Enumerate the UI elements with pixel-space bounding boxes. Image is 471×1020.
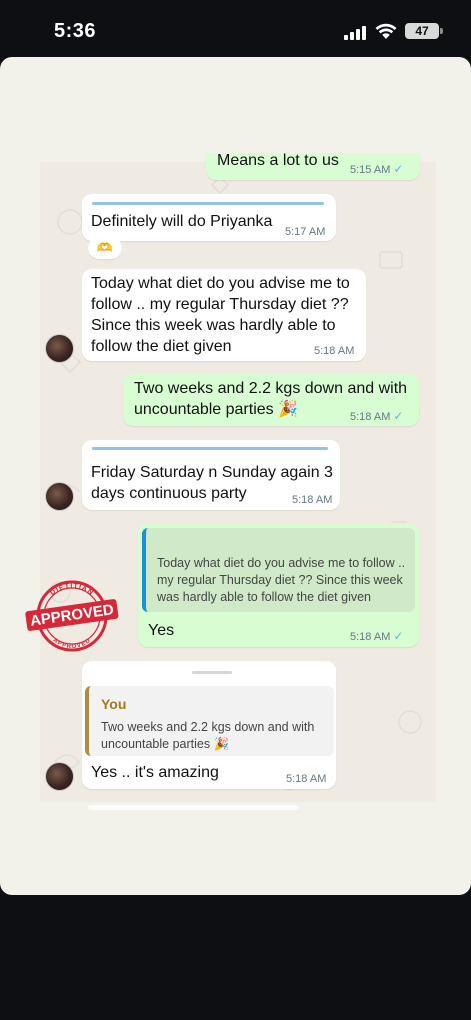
message-bubble-outgoing[interactable]: Means a lot to us 5:15 AM ✓ <box>206 152 420 180</box>
quoted-text-line: my regular Thursday diet ?? Since this w… <box>157 573 403 587</box>
battery-tip <box>440 28 443 34</box>
message-bubble-outgoing[interactable]: Two weeks and 2.2 kgs down and with unco… <box>123 374 419 426</box>
message-text-line: Friday Saturday n Sunday again 3 <box>91 464 333 481</box>
double-check-icon: ✓ <box>393 162 404 176</box>
contact-avatar[interactable] <box>45 762 74 791</box>
contact-avatar[interactable] <box>45 334 74 363</box>
wifi-icon <box>375 23 397 39</box>
dietitian-approved-stamp: DIETITIAN APPROVED APPROVED <box>25 580 119 652</box>
message-time: 5:15 AM ✓ <box>350 162 404 176</box>
message-text-line: Since this week was hardly able to <box>91 317 336 334</box>
message-bubble-incoming[interactable]: Definitely will do Priyanka 5:17 AM <box>82 194 336 241</box>
reply-header-line <box>192 671 232 674</box>
message-time: 5:18 AM <box>314 345 355 357</box>
message-bubble-incoming[interactable]: You Two weeks and 2.2 kgs down and with … <box>82 661 336 789</box>
status-bar: 5:36 47 <box>0 0 471 60</box>
contact-avatar[interactable] <box>45 482 74 511</box>
message-time: 5:18 AM <box>292 494 333 506</box>
message-time: 5:18 AM ✓ <box>350 409 404 423</box>
message-time: 5:18 AM <box>286 773 327 785</box>
message-text-line: follow the diet given <box>91 338 232 355</box>
message-bubble-incoming[interactable]: Friday Saturday n Sunday again 3 days co… <box>82 440 340 510</box>
message-text: Yes .. it's amazing <box>91 764 219 781</box>
quoted-author: You <box>101 696 127 712</box>
message-text: Yes <box>148 622 175 639</box>
message-input-bar[interactable] <box>88 805 298 810</box>
message-text: Means a lot to us <box>217 152 339 169</box>
reaction-emoji: 🫶 <box>96 240 114 255</box>
battery-icon: 47 <box>405 23 439 39</box>
status-time: 5:36 <box>54 20 97 42</box>
message-text: Definitely will do Priyanka <box>91 213 273 230</box>
message-text-line: Today what diet do you advise me to <box>91 275 350 292</box>
message-time: 5:17 AM <box>285 226 326 238</box>
message-text-line: days continuous party <box>91 485 247 502</box>
double-check-icon: ✓ <box>393 409 404 423</box>
quoted-text-line: was hardly able to follow the diet given <box>157 590 372 604</box>
reaction-badge[interactable]: 🫶 <box>88 237 122 259</box>
message-text-line: follow .. my regular Thursday diet ?? <box>91 296 349 313</box>
quoted-message[interactable]: You Two weeks and 2.2 kgs down and with … <box>85 686 334 756</box>
reply-header-line <box>92 202 324 205</box>
message-bubble-outgoing[interactable]: Today what diet do you advise me to foll… <box>138 523 419 647</box>
double-check-icon: ✓ <box>393 629 404 643</box>
quoted-message[interactable]: Today what diet do you advise me to foll… <box>142 528 415 612</box>
quoted-text-line: Two weeks and 2.2 kgs down and with <box>101 720 315 734</box>
reply-header-line <box>92 447 328 450</box>
message-bubble-incoming[interactable]: Today what diet do you advise me to foll… <box>82 269 366 361</box>
quoted-text-line: Today what diet do you advise me to foll… <box>157 556 406 570</box>
message-time: 5:18 AM ✓ <box>350 629 404 643</box>
quoted-text-line: uncountable parties 🎉 <box>101 737 230 751</box>
cellular-signal-icon <box>344 24 368 40</box>
message-text-line: Two weeks and 2.2 kgs down and with <box>134 380 408 397</box>
message-text-line: uncountable parties 🎉 <box>134 401 299 418</box>
screenshot-card: Means a lot to us 5:15 AM ✓ Definitely wi… <box>0 57 471 895</box>
